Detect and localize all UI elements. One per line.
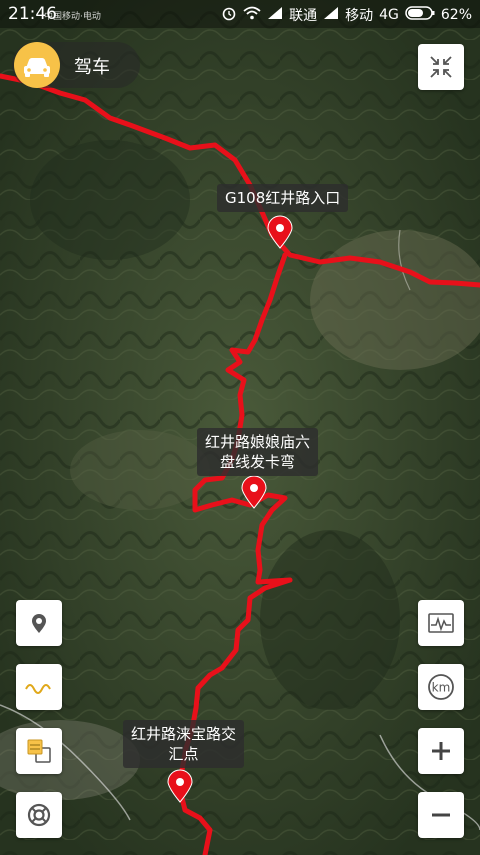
poi-label[interactable]: 红井路涞宝路交 汇点 [123,720,245,768]
car-icon [24,58,50,77]
lifebuoy-button[interactable] [16,792,62,838]
status-carrier2: 移动 [345,8,374,24]
zoom-in-icon [432,742,450,760]
alarm-icon [221,5,237,25]
track-button[interactable] [16,664,62,710]
poi-label[interactable]: G108红井路入口 [217,184,349,212]
travel-mode-label: 驾车 [74,57,110,78]
collapse-button[interactable] [418,44,464,90]
battery-icon [405,6,435,24]
signal-icon [323,6,339,24]
location-pin-button[interactable] [16,600,62,646]
status-carrier1: 联通 [289,8,318,24]
distance-unit-button[interactable]: km [418,664,464,710]
zoom-out-icon [432,813,450,817]
elevation-chart-button[interactable] [418,600,464,646]
layers-button[interactable] [16,728,62,774]
zoom-out-button[interactable] [418,792,464,838]
status-bar: 21:46 中国移动·电动 联通 移动 4G 62% [0,0,480,28]
layers-icon [27,739,51,763]
track-wave-icon [25,684,51,694]
poi-label[interactable]: 红井路娘娘庙六 盘线发卡弯 [197,428,319,476]
collapse-icon [430,56,452,78]
status-battery: 62% [440,7,472,23]
lifebuoy-icon [27,803,51,827]
zoom-in-button[interactable] [418,728,464,774]
wifi-icon [243,6,261,24]
signal-icon [267,6,283,24]
svg-text:km: km [432,681,451,695]
status-carrier-small: 中国移动·电动 [44,12,101,22]
status-network: 4G [379,7,399,23]
km-icon: km [428,674,454,700]
car-mode-button[interactable] [14,42,60,88]
elevation-chart-icon [428,613,454,633]
location-pin-icon [32,614,46,633]
